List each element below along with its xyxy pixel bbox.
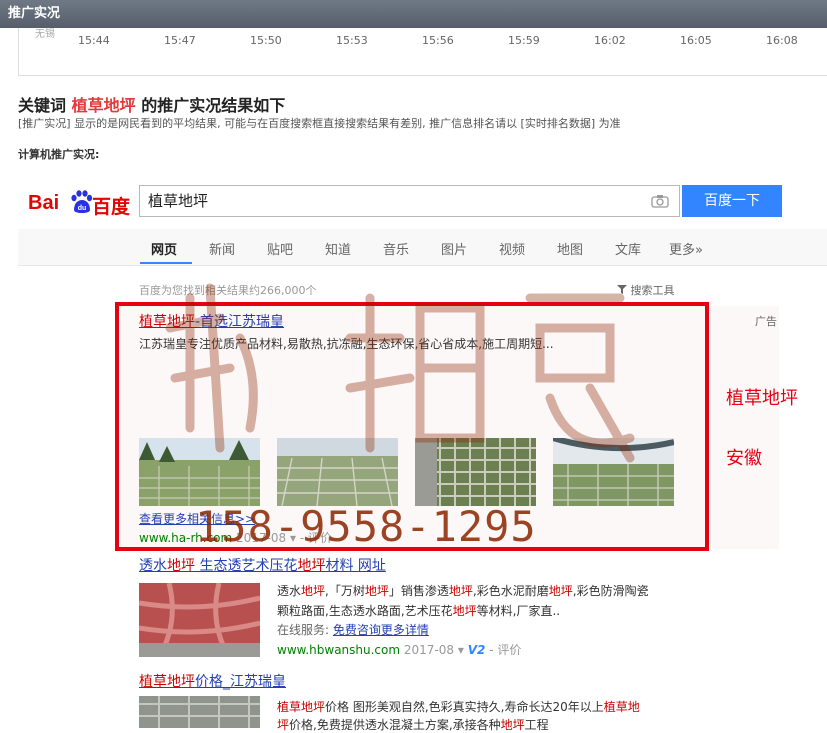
report-title: 关键词 植草地坪 的推广实况结果如下	[18, 92, 285, 116]
timeline-tick: 15:59	[508, 34, 540, 47]
result3-line1: 植草地坪价格 图形美观自然,色彩真实持久,寿命长达20年以上植草地	[277, 700, 640, 714]
search-input[interactable]: 植草地坪	[139, 185, 680, 217]
timeline-tick: 15:56	[422, 34, 454, 47]
tab-web[interactable]: 网页	[151, 239, 177, 258]
tab-tieba[interactable]: 贴吧	[267, 239, 293, 258]
result2-thumbnail[interactable]	[139, 583, 260, 657]
tab-zhidao[interactable]: 知道	[325, 239, 351, 258]
filter-icon	[617, 285, 627, 294]
tab-map[interactable]: 地图	[557, 239, 583, 258]
timeline-tick: 16:05	[680, 34, 712, 47]
side-keyword-label: 植草地坪	[726, 388, 798, 409]
title-keyword: 植草地坪	[71, 96, 136, 115]
result2-line1: 透水地坪,「万树地坪」销售渗透地坪,彩色水泥耐磨地坪,彩色防滑陶瓷	[277, 584, 649, 598]
side-region-label: 安徽	[726, 448, 762, 469]
search-tools-label: 搜索工具	[630, 284, 675, 297]
result2-service: 在线服务: 免费咨询更多详情	[277, 621, 429, 638]
permeable-floor-image	[139, 583, 260, 657]
search-button[interactable]: 百度一下	[682, 185, 782, 217]
tab-video[interactable]: 视频	[499, 239, 525, 258]
tab-music[interactable]: 音乐	[383, 239, 409, 258]
result3-thumbnail[interactable]	[139, 696, 260, 728]
paw-icon: du	[71, 190, 92, 213]
tab-more[interactable]: 更多»	[669, 239, 703, 258]
tab-wenku[interactable]: 文库	[615, 239, 641, 258]
camera-icon[interactable]	[651, 194, 669, 208]
grass-paver-image	[139, 696, 260, 728]
title-suffix: 的推广实况结果如下	[141, 96, 286, 115]
logo-cn-text: 百度	[92, 196, 131, 218]
baidu-logo[interactable]: Bai du 百度	[26, 180, 134, 220]
result2-line2: 颗粒路面,生态透水路面,艺术压花地坪等材料,厂家直..	[277, 604, 561, 618]
timeline-tick: 15:44	[78, 34, 110, 47]
result-count: 百度为您找到相关结果约266,000个	[139, 284, 317, 297]
timeline-tick: 16:02	[594, 34, 626, 47]
logo-bai-text: Bai	[28, 192, 60, 214]
timeline-tick: 15:53	[336, 34, 368, 47]
device-label: 计算机推广实况:	[18, 148, 100, 161]
timeline-tick: 15:47	[164, 34, 196, 47]
ad-tag: 广告	[755, 315, 777, 328]
result2-date: 2017-08	[403, 643, 455, 657]
tab-news[interactable]: 新闻	[209, 239, 235, 258]
result2-eval-link[interactable]: 评价	[497, 643, 521, 657]
search-value: 植草地坪	[148, 192, 209, 210]
result2-title-link[interactable]: 透水地坪 生态透艺术压花地坪材料 网址	[139, 555, 386, 575]
page-header: 推广实况	[0, 0, 827, 28]
logo-du-text: du	[78, 205, 87, 212]
dropdown-icon[interactable]: ▾	[458, 643, 464, 657]
search-tools[interactable]: 搜索工具	[617, 282, 675, 298]
result2-url[interactable]: www.hbwanshu.com 2017-08 ▾ V2 - 评价	[277, 641, 521, 658]
timeline-tick: 15:50	[250, 34, 282, 47]
tab-bar	[18, 229, 827, 266]
result2-url-text: www.hbwanshu.com	[277, 643, 401, 657]
timeline-cut-label: 无锡	[35, 29, 55, 40]
report-note: [推广实况] 显示的是网民看到的平均结果, 可能与在百度搜索框直接搜索结果有差别…	[18, 117, 621, 130]
timeline-chart: 无锡 15:44 15:47 15:50 15:53 15:56 15:59 1…	[18, 28, 827, 76]
v2-badge[interactable]: V2	[468, 643, 486, 657]
phone-watermark: 158-9558-1295	[195, 502, 537, 551]
timeline-tick: 16:08	[766, 34, 798, 47]
active-tab-indicator	[140, 262, 192, 264]
result3-line2: 坪价格,免费提供透水混凝土方案,承接各种地坪工程	[277, 718, 549, 732]
tab-images[interactable]: 图片	[441, 239, 467, 258]
title-prefix: 关键词	[18, 96, 67, 115]
result3-title-link[interactable]: 植草地坪价格_江苏瑞皇	[139, 671, 286, 691]
service-label: 在线服务:	[277, 623, 330, 637]
service-link[interactable]: 免费咨询更多详情	[333, 623, 429, 637]
